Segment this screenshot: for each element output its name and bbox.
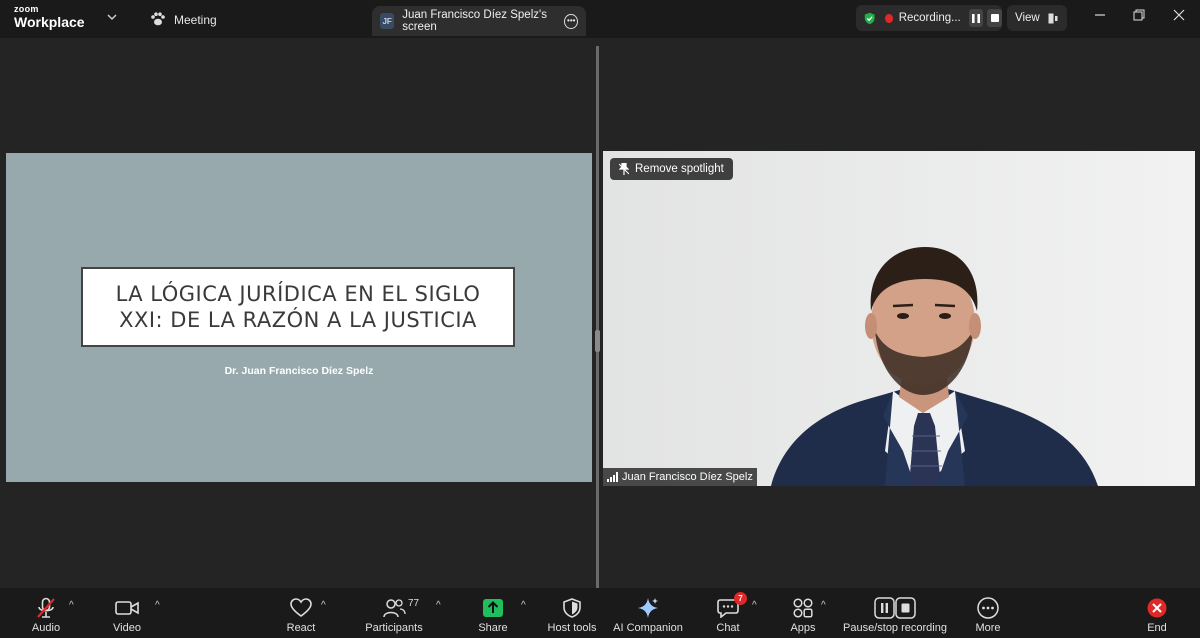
view-label: View xyxy=(1015,12,1040,24)
ai-companion-label: AI Companion xyxy=(613,622,683,634)
apps-button[interactable]: Apps xyxy=(783,588,823,638)
react-label: React xyxy=(286,622,316,634)
slide-title-line2: XXI: DE LA RAZÓN A LA JUSTICIA xyxy=(119,308,477,332)
meeting-controls: Audio ^ Video ^ React ^ Participants 77 … xyxy=(0,588,1200,638)
heart-icon xyxy=(290,596,312,620)
participants-count: 77 xyxy=(408,598,420,609)
chat-options-chevron-icon[interactable]: ^ xyxy=(752,600,757,611)
end-call-icon xyxy=(1146,596,1168,620)
host-shield-icon xyxy=(563,596,581,620)
pause-icon[interactable] xyxy=(968,9,984,27)
zoom-logo: zoom Workplace xyxy=(14,4,85,30)
more-button[interactable]: More xyxy=(968,588,1008,638)
share-label: Share xyxy=(478,622,508,634)
video-label: Video xyxy=(113,622,141,634)
video-camera-icon xyxy=(115,596,139,620)
chat-unread-badge: 7 xyxy=(734,592,747,605)
chat-button[interactable]: 7 Chat xyxy=(708,588,748,638)
more-options-icon[interactable]: ••• xyxy=(564,13,578,29)
apps-options-chevron-icon[interactable]: ^ xyxy=(821,600,826,611)
video-button[interactable]: Video xyxy=(106,588,148,638)
share-screen-icon xyxy=(482,596,504,620)
recording-controls-icon xyxy=(874,596,916,620)
participants-icon xyxy=(382,596,406,620)
chat-bubble-icon: 7 xyxy=(717,592,747,620)
recording-label: Recording... xyxy=(898,12,961,24)
shared-slide: LA LÓGICA JURÍDICA EN EL SIGLO XXI: DE L… xyxy=(6,153,592,482)
initials-badge: JF xyxy=(380,13,395,29)
view-button[interactable]: View xyxy=(1007,5,1067,31)
stop-icon[interactable] xyxy=(987,9,1002,27)
close-icon[interactable] xyxy=(1169,8,1189,24)
remove-spotlight-label: Remove spotlight xyxy=(635,163,724,175)
participant-video-feed xyxy=(603,151,1195,486)
audio-button[interactable]: Audio xyxy=(26,588,66,638)
react-options-chevron-icon[interactable]: ^ xyxy=(321,600,326,611)
chat-label: Chat xyxy=(716,622,740,634)
remove-spotlight-button[interactable]: Remove spotlight xyxy=(610,158,733,180)
restore-icon[interactable] xyxy=(1129,8,1149,24)
share-button[interactable]: Share xyxy=(473,588,513,638)
title-bar: zoom Workplace Meeting JF Juan Francisco… xyxy=(0,0,1200,38)
slide-title-line1: LA LÓGICA JURÍDICA EN EL SIGLO xyxy=(115,281,481,306)
split-divider[interactable] xyxy=(596,46,599,588)
slide-title-box: LA LÓGICA JURÍDICA EN EL SIGLO XXI: DE L… xyxy=(81,267,515,347)
apps-grid-icon xyxy=(792,596,814,620)
video-options-chevron-icon[interactable]: ^ xyxy=(155,600,160,611)
host-tools-button[interactable]: Host tools xyxy=(543,588,601,638)
ai-companion-button[interactable]: AI Companion xyxy=(612,588,684,638)
audio-options-chevron-icon[interactable]: ^ xyxy=(69,600,74,611)
more-icon xyxy=(977,596,999,620)
tab-meeting-label: Meeting xyxy=(174,13,217,27)
slide-title: LA LÓGICA JURÍDICA EN EL SIGLO XXI: DE L… xyxy=(116,281,481,334)
tab-shared-screen-label: Juan Francisco Díez Spelz's screen xyxy=(402,9,547,33)
apps-label: Apps xyxy=(790,622,816,634)
end-meeting-button[interactable]: End xyxy=(1137,588,1177,638)
participants-options-chevron-icon[interactable]: ^ xyxy=(436,600,441,611)
view-layout-icon xyxy=(1048,13,1058,23)
brand-bottom: Workplace xyxy=(14,14,85,30)
paw-icon xyxy=(150,11,166,29)
pin-icon xyxy=(619,163,629,175)
host-tools-label: Host tools xyxy=(547,622,597,634)
sparkle-icon xyxy=(637,596,659,620)
participants-button[interactable]: Participants xyxy=(364,588,424,638)
share-options-chevron-icon[interactable]: ^ xyxy=(521,600,526,611)
pause-stop-label: Pause/stop recording xyxy=(843,622,947,634)
pause-stop-recording-button[interactable]: Pause/stop recording xyxy=(843,588,947,638)
meeting-stage: LA LÓGICA JURÍDICA EN EL SIGLO XXI: DE L… xyxy=(0,38,1200,588)
brand-top: zoom xyxy=(14,4,39,14)
participant-video[interactable]: Remove spotlight Juan Francisco Díez Spe… xyxy=(603,151,1195,486)
participant-name-tag: Juan Francisco Díez Spelz xyxy=(603,468,757,486)
tab-meeting[interactable]: Meeting xyxy=(150,11,217,29)
end-label: End xyxy=(1147,622,1167,634)
shield-icon xyxy=(864,12,875,24)
muted-microphone-icon xyxy=(35,596,57,620)
tab-shared-screen[interactable]: JF Juan Francisco Díez Spelz's screen ••… xyxy=(372,6,586,36)
signal-strength-icon xyxy=(607,472,618,482)
audio-label: Audio xyxy=(31,622,61,634)
recording-indicator[interactable]: Recording... xyxy=(856,5,1002,31)
more-label: More xyxy=(975,622,1001,634)
react-button[interactable]: React xyxy=(281,588,321,638)
divider-handle[interactable] xyxy=(595,330,600,352)
participant-name: Juan Francisco Díez Spelz xyxy=(622,471,753,483)
participants-label: Participants xyxy=(365,622,423,634)
slide-subtitle: Dr. Juan Francisco Díez Spelz xyxy=(224,365,374,377)
minimize-icon[interactable] xyxy=(1090,8,1110,24)
chevron-down-icon[interactable] xyxy=(107,12,117,24)
recording-cloud-icon xyxy=(885,13,893,23)
